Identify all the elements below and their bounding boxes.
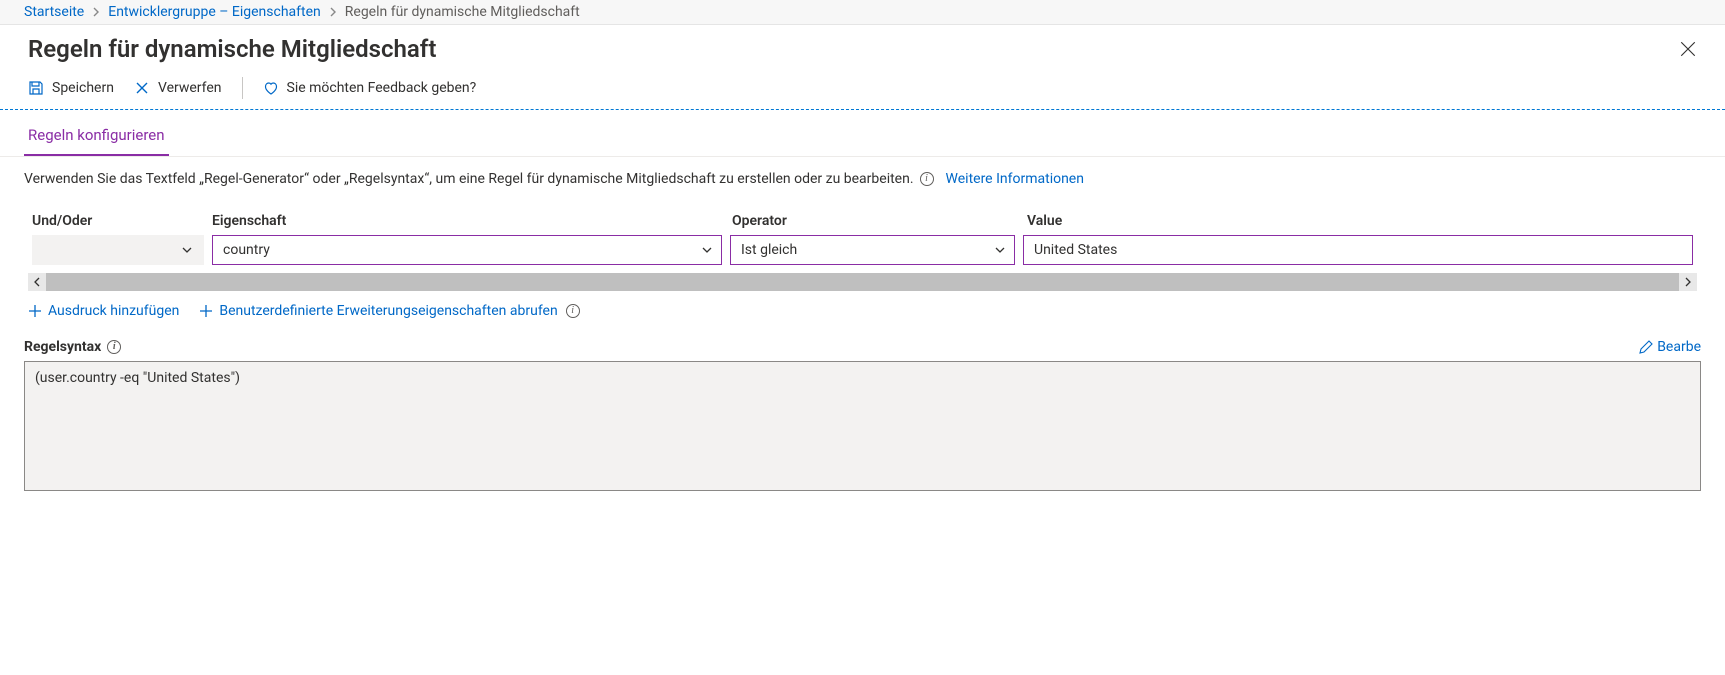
- header-and-or: Und/Oder: [32, 213, 212, 229]
- discard-label: Verwerfen: [158, 80, 222, 96]
- scroll-right-arrow[interactable]: [1679, 273, 1697, 291]
- rule-syntax-value: (user.country -eq "United States"): [35, 370, 240, 386]
- scroll-track[interactable]: [46, 273, 1679, 291]
- breadcrumb-home[interactable]: Startseite: [24, 4, 84, 20]
- value-input[interactable]: United States: [1023, 235, 1693, 265]
- save-icon: [28, 80, 44, 96]
- rule-builder: Und/Oder Eigenschaft Operator Value coun…: [0, 207, 1725, 265]
- rule-syntax-section: Regelsyntax i Bearbe (user.country -eq "…: [0, 339, 1725, 515]
- info-text-row: Verwenden Sie das Textfeld „Regel-Genera…: [0, 157, 1725, 207]
- get-extensions-label: Benutzerdefinierte Erweiterungseigenscha…: [219, 303, 557, 319]
- save-button[interactable]: Speichern: [28, 80, 114, 96]
- save-label: Speichern: [52, 80, 114, 96]
- info-icon[interactable]: i: [107, 340, 121, 354]
- horizontal-scrollbar[interactable]: [28, 273, 1697, 291]
- operator-value: Ist gleich: [741, 242, 797, 258]
- feedback-button[interactable]: Sie möchten Feedback geben?: [263, 80, 477, 96]
- builder-header-row: Und/Oder Eigenschaft Operator Value: [24, 207, 1701, 235]
- rule-row: country Ist gleich United States: [24, 235, 1701, 265]
- feedback-label: Sie möchten Feedback geben?: [287, 80, 477, 96]
- chevron-down-icon: [994, 244, 1006, 256]
- command-bar: Speichern Verwerfen Sie möchten Feedback…: [0, 69, 1725, 110]
- info-icon[interactable]: i: [566, 304, 580, 318]
- toolbar-divider: [242, 77, 243, 99]
- breadcrumb-group[interactable]: Entwicklergruppe – Eigenschaften: [108, 4, 321, 20]
- chevron-down-icon: [701, 244, 713, 256]
- header-property: Eigenschaft: [212, 213, 732, 229]
- add-expression-button[interactable]: Ausdruck hinzufügen: [28, 303, 179, 319]
- edit-syntax-button[interactable]: Bearbe: [1639, 339, 1701, 355]
- get-extensions-button[interactable]: Benutzerdefinierte Erweiterungseigenscha…: [199, 303, 579, 319]
- value-text: United States: [1034, 242, 1117, 258]
- chevron-right-icon: [329, 7, 337, 17]
- property-value: country: [223, 242, 270, 258]
- chevron-down-icon: [181, 244, 193, 256]
- plus-icon: [28, 304, 42, 318]
- heart-icon: [263, 80, 279, 96]
- plus-icon: [199, 304, 213, 318]
- tab-configure-rules[interactable]: Regeln konfigurieren: [24, 126, 169, 156]
- learn-more-link[interactable]: Weitere Informationen: [946, 171, 1084, 187]
- discard-button[interactable]: Verwerfen: [134, 80, 222, 96]
- edit-syntax-label: Bearbe: [1657, 339, 1701, 355]
- close-icon[interactable]: [1679, 40, 1697, 58]
- header-value: Value: [1027, 213, 1693, 229]
- info-icon[interactable]: i: [920, 172, 934, 186]
- tab-strip: Regeln konfigurieren: [0, 110, 1725, 157]
- property-dropdown[interactable]: country: [212, 235, 722, 265]
- builder-action-links: Ausdruck hinzufügen Benutzerdefinierte E…: [0, 295, 1725, 339]
- breadcrumb: Startseite Entwicklergruppe – Eigenschaf…: [0, 0, 1725, 25]
- rule-syntax-label: Regelsyntax: [24, 339, 101, 355]
- operator-dropdown[interactable]: Ist gleich: [730, 235, 1015, 265]
- add-expression-label: Ausdruck hinzufügen: [48, 303, 179, 319]
- breadcrumb-current: Regeln für dynamische Mitgliedschaft: [345, 4, 580, 20]
- scroll-left-arrow[interactable]: [28, 273, 46, 291]
- and-or-dropdown[interactable]: [32, 235, 204, 265]
- close-icon: [134, 80, 150, 96]
- page-title: Regeln für dynamische Mitgliedschaft: [28, 35, 436, 63]
- chevron-right-icon: [92, 7, 100, 17]
- header-operator: Operator: [732, 213, 1027, 229]
- pencil-icon: [1639, 340, 1653, 354]
- info-text: Verwenden Sie das Textfeld „Regel-Genera…: [24, 171, 914, 187]
- rule-syntax-textarea[interactable]: (user.country -eq "United States"): [24, 361, 1701, 491]
